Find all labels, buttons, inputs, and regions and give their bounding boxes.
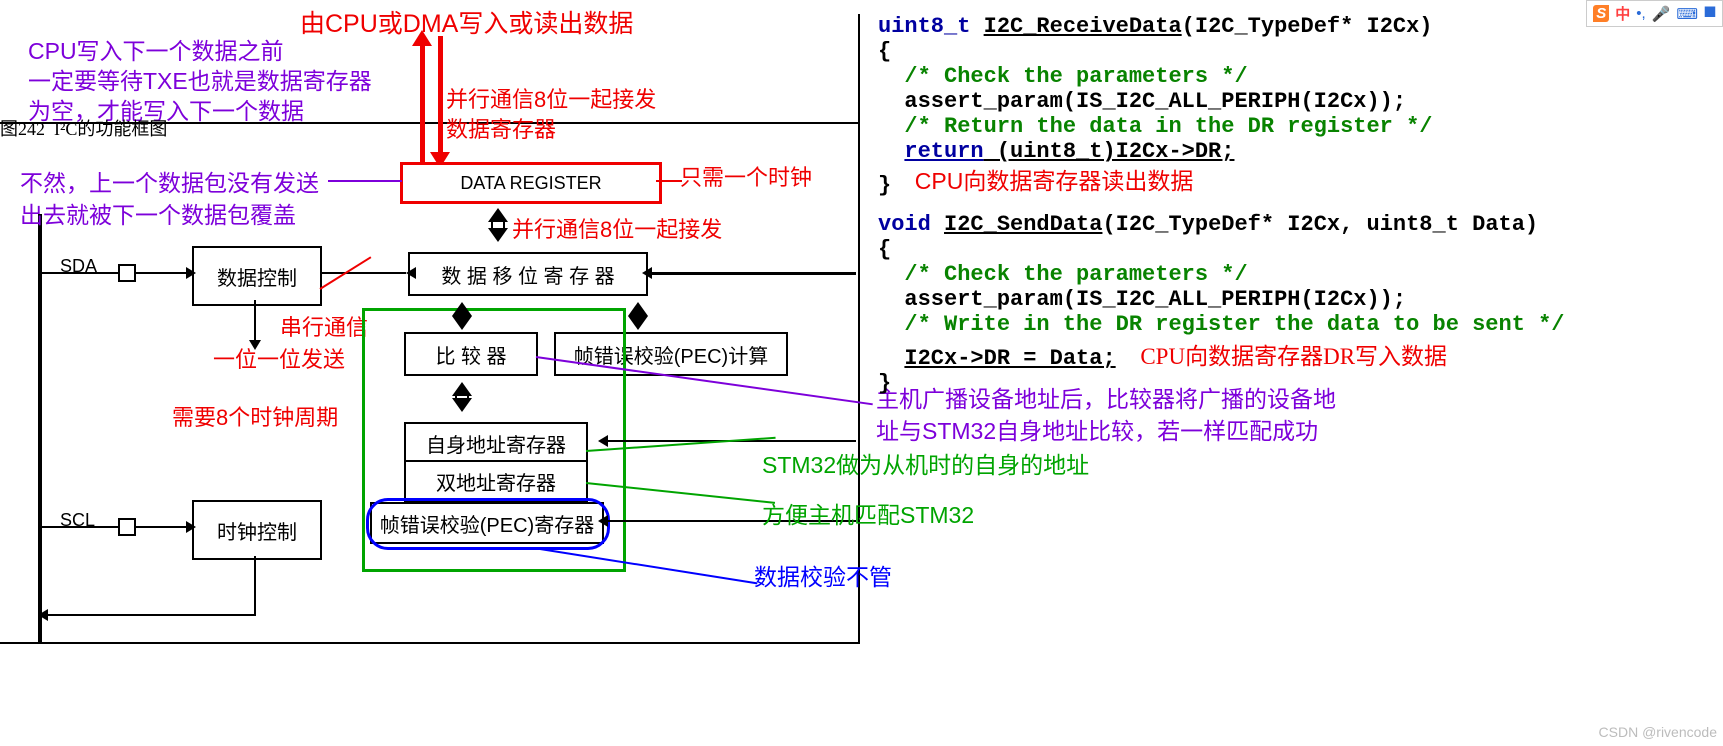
code-send-sig: void I2C_SendData(I2C_TypeDef* I2Cx, uin… [878,212,1718,237]
label-p1a: CPU写入下一个数据之前 [28,32,284,66]
code-ret: return (uint8_t)I2Cx->DR; [878,139,1718,164]
r-conn-onlyclk [656,180,682,182]
label-8clk: 需要8个时钟周期 [172,400,338,432]
label-par1: 并行通信8位一起接发 [446,82,656,114]
code-assert1: assert_param(IS_I2C_ALL_PERIPH(I2Cx)); [878,89,1718,114]
code-chk1: /* Check the parameters */ [878,64,1718,89]
code-assert2: assert_param(IS_I2C_ALL_PERIPH(I2Cx)); [878,287,1718,312]
dc-down [254,300,256,346]
label-write: CPU向数据寄存器DR写入数据 [1140,344,1447,369]
ime-more-icon[interactable]: ⯀ [1704,5,1716,22]
sda-label: SDA [60,256,97,277]
ime-mic-icon[interactable]: 🎤 [1652,5,1671,23]
frame-left [858,14,860,644]
label-green-match: 方便主机匹配STM32 [762,496,974,530]
brace-open-2: { [878,237,1718,262]
p-conn-1 [328,180,402,182]
frame-bot [0,642,860,644]
label-blue-ignore: 数据校验不管 [754,558,892,592]
figure-caption: 图242 I²C的功能框图 [0,115,167,141]
dbl-arrow-4 [452,372,472,422]
label-p2a: 不然，上一个数据包没有发送 [20,164,319,198]
label-par2: 数据寄存器 [446,112,556,144]
cc-down [254,556,256,616]
ime-punct[interactable]: •, [1636,5,1645,22]
ime-kbd-icon[interactable]: ⌨ [1676,5,1698,23]
dbl-arrow-2 [452,292,472,332]
label-par3: 并行通信8位一起接发 [512,212,722,244]
dbl-arrow-1 [488,198,508,252]
label-only-clk: 只需一个时钟 [680,160,812,192]
ime-lang[interactable]: 中 [1615,3,1630,24]
box-data-control: 数据控制 [192,246,322,306]
cc-left [42,614,256,616]
watermark: CSDN @rivencode [1599,724,1717,740]
label-p1b: 一定要等待TXE也就是数据寄存器 [28,62,372,96]
label-serial: 串行通信 [280,310,368,342]
label-read: CPU向数据寄存器读出数据 [915,168,1194,194]
box-data-register: DATA REGISTER [400,162,662,204]
label-p2b: 出去就被下一个数据包覆盖 [20,196,296,230]
code-wrc: /* Write in the DR register the data to … [878,312,1718,337]
label-top-red: 由CPU或DMA写入或读出数据 [300,4,633,40]
scl-pin [118,518,136,536]
code-wr: I2Cx->DR = Data; CPU向数据寄存器DR写入数据 [878,337,1718,371]
scl-label: SCL [60,510,95,531]
red-arrow-down [438,36,443,162]
box-shift: 数 据 移 位 寄 存 器 [408,252,648,296]
bus-vertical [38,214,42,642]
brace-close-2: } [878,371,1718,396]
shift-right-line [646,272,856,275]
label-onebit: 一位一位发送 [213,342,345,374]
dc-shift-line [320,272,406,274]
red-arrow-up [420,36,425,162]
dbl-arrow-3 [628,292,648,332]
code-panel: uint8_t I2C_ReceiveData(I2C_TypeDef* I2C… [878,14,1718,396]
ime-badge[interactable]: S 中 •, 🎤 ⌨ ⯀ [1586,0,1723,27]
brace-open-1: { [878,39,1718,64]
box-clk-ctrl: 时钟控制 [192,500,322,560]
blue-outline [366,498,610,550]
code-chk2: /* Check the parameters */ [878,262,1718,287]
code-retc: /* Return the data in the DR register */ [878,114,1718,139]
brace-close-1: } [878,173,891,198]
ime-s-icon: S [1593,5,1609,22]
sda-pin [118,264,136,282]
label-green-slave: STM32做为从机时的自身的地址 [762,446,1089,480]
label-pcmp-b: 址与STM32自身地址比较，若一样匹配成功 [876,412,1318,446]
